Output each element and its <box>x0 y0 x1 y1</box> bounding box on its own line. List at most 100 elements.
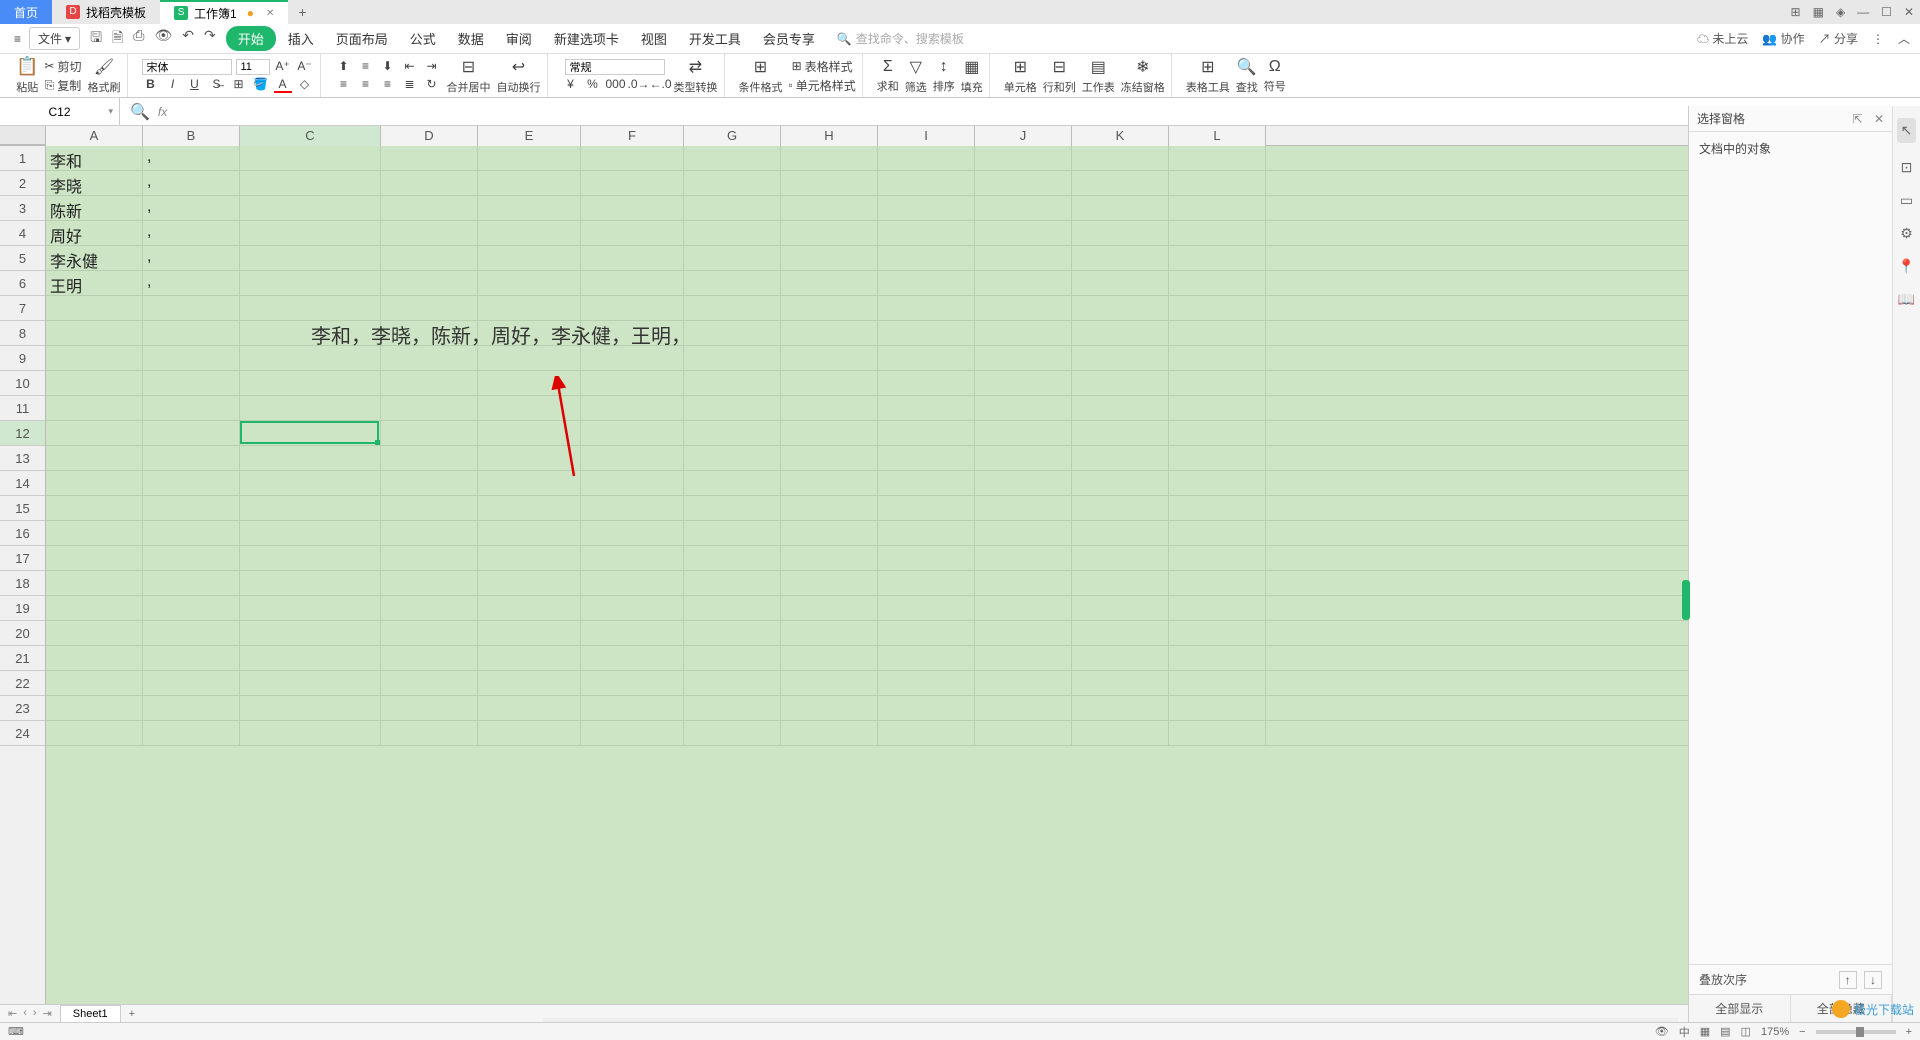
cell-C16[interactable] <box>240 521 381 545</box>
wrap-button[interactable]: ↩自动换行 <box>497 57 541 95</box>
save-as-icon[interactable]: 🗎 <box>112 27 123 51</box>
cell-J12[interactable] <box>975 421 1072 445</box>
row-header-5[interactable]: 5 <box>0 246 45 271</box>
bold-button[interactable]: B <box>142 77 160 93</box>
comma-icon[interactable]: 000 <box>606 77 624 93</box>
align-left-icon[interactable]: ≡ <box>335 77 353 93</box>
ribbon-tab-formula[interactable]: 公式 <box>400 25 446 52</box>
cell-I7[interactable] <box>878 296 975 320</box>
cell-D1[interactable] <box>381 146 478 170</box>
close-pane-icon[interactable]: ✕ <box>1874 112 1884 126</box>
cell-K20[interactable] <box>1072 621 1169 645</box>
cell-D23[interactable] <box>381 696 478 720</box>
cell-I9[interactable] <box>878 346 975 370</box>
find-button[interactable]: 🔍查找 <box>1236 57 1258 95</box>
cell-A24[interactable] <box>46 721 143 745</box>
ribbon-tab-layout[interactable]: 页面布局 <box>326 25 398 52</box>
cell-A23[interactable] <box>46 696 143 720</box>
worksheet-button[interactable]: ▤工作表 <box>1082 57 1115 95</box>
cell-E1[interactable] <box>478 146 581 170</box>
cell-C11[interactable] <box>240 396 381 420</box>
align-right-icon[interactable]: ≡ <box>379 77 397 93</box>
tab-template[interactable]: D 找稻壳模板 <box>52 0 160 24</box>
cell-A15[interactable] <box>46 496 143 520</box>
cell-G20[interactable] <box>684 621 781 645</box>
cell-L14[interactable] <box>1169 471 1266 495</box>
cell-C19[interactable] <box>240 596 381 620</box>
cell-J3[interactable] <box>975 196 1072 220</box>
cell-L13[interactable] <box>1169 446 1266 470</box>
cell-L9[interactable] <box>1169 346 1266 370</box>
filter-button[interactable]: ▽筛选 <box>905 57 927 95</box>
fill-button[interactable]: ▦填充 <box>961 57 983 95</box>
cell-G1[interactable] <box>684 146 781 170</box>
row-header-23[interactable]: 23 <box>0 696 45 721</box>
cell-B16[interactable] <box>143 521 240 545</box>
cell-E22[interactable] <box>478 671 581 695</box>
cell-H22[interactable] <box>781 671 878 695</box>
sheet-last-icon[interactable]: ⇥ <box>43 1007 52 1020</box>
cell-B13[interactable] <box>143 446 240 470</box>
ribbon-tab-data[interactable]: 数据 <box>448 25 494 52</box>
cell-G8[interactable] <box>684 321 781 345</box>
cell-G11[interactable] <box>684 396 781 420</box>
cell-D12[interactable] <box>381 421 478 445</box>
row-header-16[interactable]: 16 <box>0 521 45 546</box>
cell-D3[interactable] <box>381 196 478 220</box>
add-sheet-button[interactable]: + <box>121 1008 143 1020</box>
cell-E21[interactable] <box>478 646 581 670</box>
table-tools-button[interactable]: ⊞表格工具 <box>1186 57 1230 95</box>
cell-K16[interactable] <box>1072 521 1169 545</box>
indent-dec-icon[interactable]: ⇤ <box>401 59 419 75</box>
cell-F15[interactable] <box>581 496 684 520</box>
cell-J17[interactable] <box>975 546 1072 570</box>
cells-button[interactable]: ⊞单元格 <box>1004 57 1037 95</box>
align-bottom-icon[interactable]: ⬇ <box>379 59 397 75</box>
cell-D6[interactable] <box>381 271 478 295</box>
font-color-button[interactable]: A <box>274 77 292 93</box>
cell-C21[interactable] <box>240 646 381 670</box>
ribbon-tab-dev[interactable]: 开发工具 <box>679 25 751 52</box>
cell-A11[interactable] <box>46 396 143 420</box>
row-header-17[interactable]: 17 <box>0 546 45 571</box>
show-all-button[interactable]: 全部显示 <box>1689 995 1791 1022</box>
cell-J9[interactable] <box>975 346 1072 370</box>
hamburger-icon[interactable]: ≡ <box>8 28 27 50</box>
cell-B14[interactable] <box>143 471 240 495</box>
cell-I6[interactable] <box>878 271 975 295</box>
cell-D13[interactable] <box>381 446 478 470</box>
cell-D4[interactable] <box>381 221 478 245</box>
copy-button[interactable]: ⎘ 复制 <box>45 77 82 94</box>
cell-H3[interactable] <box>781 196 878 220</box>
cell-I8[interactable] <box>878 321 975 345</box>
paste-button[interactable]: 📋粘贴 <box>16 56 38 95</box>
cell-G17[interactable] <box>684 546 781 570</box>
cell-A5[interactable]: 李永健 <box>46 246 143 270</box>
cell-H4[interactable] <box>781 221 878 245</box>
cell-G9[interactable] <box>684 346 781 370</box>
percent-icon[interactable]: % <box>584 77 602 93</box>
format-painter-button[interactable]: 🖌格式刷 <box>88 57 121 95</box>
cell-F4[interactable] <box>581 221 684 245</box>
cell-K14[interactable] <box>1072 471 1169 495</box>
cell-C2[interactable] <box>240 171 381 195</box>
cell-F19[interactable] <box>581 596 684 620</box>
cell-K12[interactable] <box>1072 421 1169 445</box>
cell-K11[interactable] <box>1072 396 1169 420</box>
cell-D17[interactable] <box>381 546 478 570</box>
cell-C20[interactable] <box>240 621 381 645</box>
cell-K9[interactable] <box>1072 346 1169 370</box>
cell-C1[interactable] <box>240 146 381 170</box>
eye-icon[interactable]: 👁 <box>1655 1025 1669 1038</box>
cell-G12[interactable] <box>684 421 781 445</box>
cell-C22[interactable] <box>240 671 381 695</box>
row-header-12[interactable]: 12 <box>0 421 45 446</box>
zoom-value[interactable]: 175% <box>1761 1026 1789 1038</box>
cell-C12[interactable] <box>240 421 381 445</box>
cell-D9[interactable] <box>381 346 478 370</box>
cell-I1[interactable] <box>878 146 975 170</box>
cell-G4[interactable] <box>684 221 781 245</box>
cell-G5[interactable] <box>684 246 781 270</box>
cell-H5[interactable] <box>781 246 878 270</box>
cell-C15[interactable] <box>240 496 381 520</box>
